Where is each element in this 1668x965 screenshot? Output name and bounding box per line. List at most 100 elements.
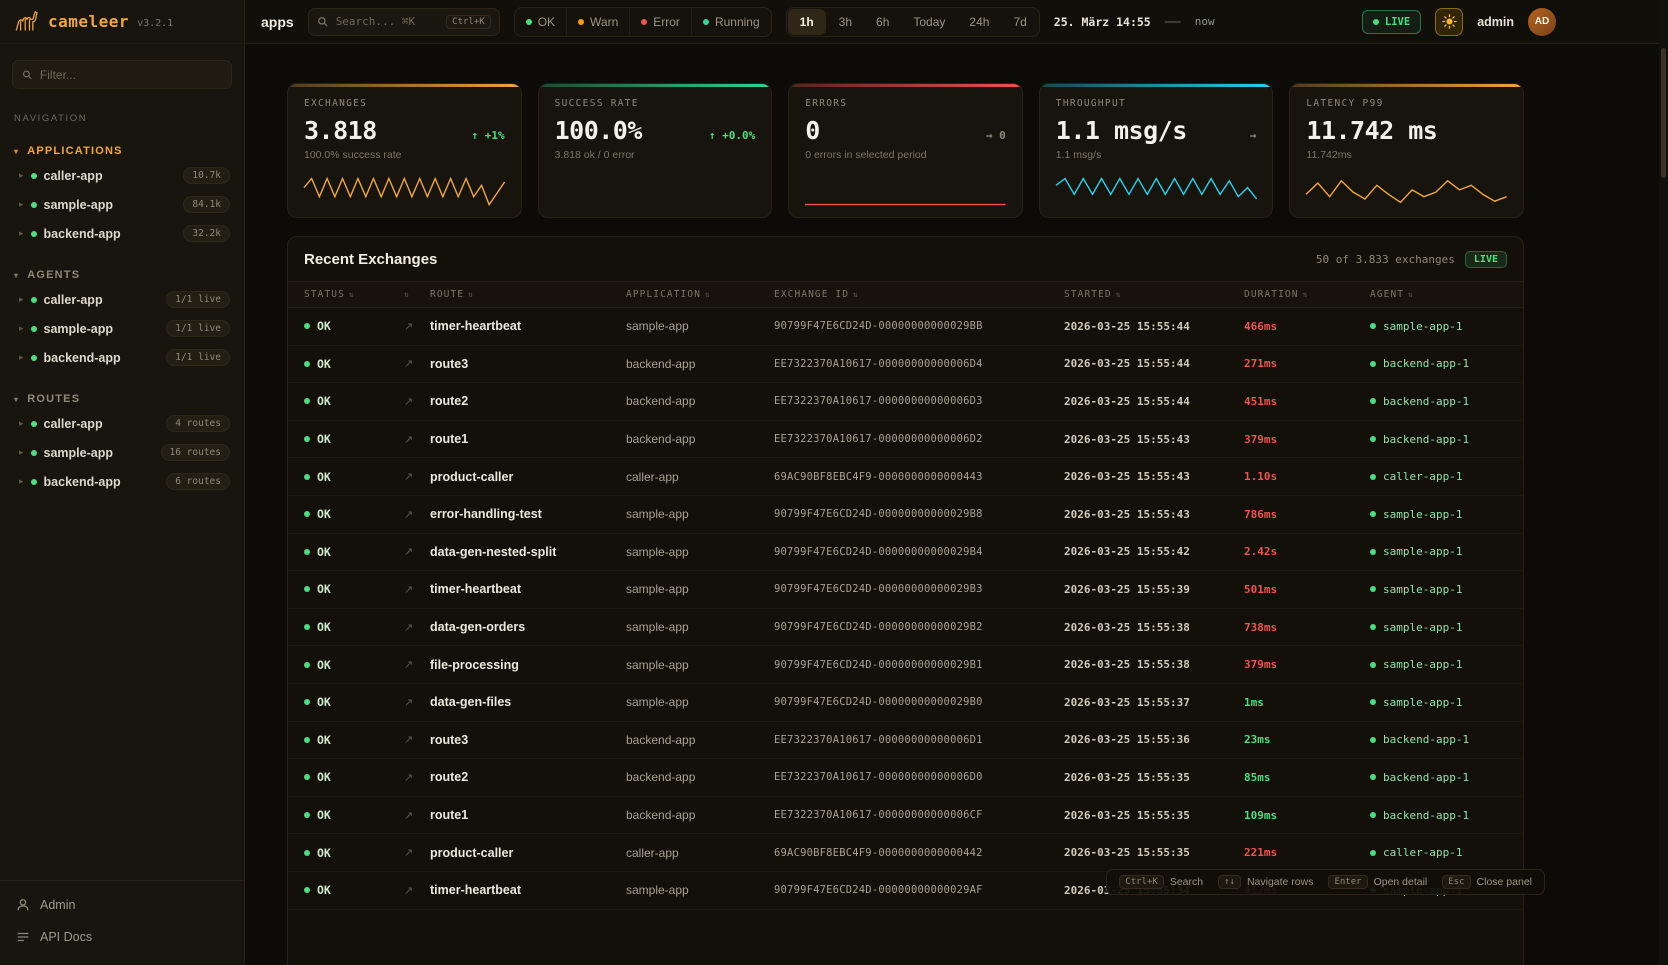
status-label: OK [317,846,331,860]
table-row[interactable]: OK↗data-gen-nested-splitsample-app90799F… [288,534,1523,572]
route-link-icon[interactable]: ↗ [404,846,430,859]
status-label: OK [317,658,331,672]
column-header-application[interactable]: APPLICATION⇅ [626,289,774,300]
table-row[interactable]: OK↗route3backend-appEE7322370A10617-0000… [288,722,1523,760]
started-cell: 2026-03-25 15:55:35 [1064,846,1244,859]
time-range-24h[interactable]: 24h [957,8,1001,36]
table-row[interactable]: OK↗data-gen-orderssample-app90799F47E6CD… [288,609,1523,647]
sidebar-section-header-routes[interactable]: ▾ROUTES [0,389,244,409]
sidebar-item-backend-app[interactable]: ▸backend-app1/1 live [0,343,244,372]
sidebar-item-admin[interactable]: Admin [0,889,244,921]
route-link-icon[interactable]: ↗ [404,508,430,521]
time-range-1h[interactable]: 1h [788,9,826,35]
global-search[interactable]: Search... ⌘K Ctrl+K [308,8,500,36]
route-link-icon[interactable]: ↗ [404,470,430,483]
time-range-6h[interactable]: 6h [864,8,901,36]
time-range-3h[interactable]: 3h [827,8,864,36]
live-indicator[interactable]: LIVE [1362,10,1421,34]
application-cell: caller-app [626,846,774,860]
route-link-icon[interactable]: ↗ [404,658,430,671]
sidebar-item-api-docs[interactable]: API Docs [0,921,244,953]
hint-label: Open detail [1374,876,1428,888]
route-link-icon[interactable]: ↗ [404,696,430,709]
navigation-label: NAVIGATION [0,93,244,124]
sidebar-item-backend-app[interactable]: ▸backend-app32.2k [0,219,244,248]
column-header-started[interactable]: STARTED⇅ [1064,289,1244,300]
scrollbar[interactable] [1659,0,1668,965]
status-filter-warn[interactable]: Warn [567,8,630,36]
route-link-icon[interactable]: ↗ [404,583,430,596]
route-link-icon[interactable]: ↗ [404,545,430,558]
status-dot [31,202,37,208]
duration-cell: 466ms [1244,320,1370,333]
app-logo[interactable]: cameleer v3.2.1 [0,0,244,44]
stat-card-exchanges[interactable]: EXCHANGES3.818↑ +1%100.0% success rate [287,83,522,218]
stat-card-success-rate[interactable]: SUCCESS RATE100.0%↑ +0.0%3.818 ok / 0 er… [538,83,773,218]
table-row[interactable]: OK↗file-processingsample-app90799F47E6CD… [288,646,1523,684]
sidebar-item-sample-app[interactable]: ▸sample-app84.1k [0,190,244,219]
column-header-route[interactable]: ROUTE⇅ [430,289,626,300]
column-header-status[interactable]: STATUS⇅ [304,289,404,300]
route-link-icon[interactable]: ↗ [404,395,430,408]
status-dot [31,326,37,332]
status-filter-running[interactable]: Running [692,8,771,36]
hint-navigate-rows: ↑↓Navigate rows [1218,875,1313,889]
sidebar-section-header-applications[interactable]: ▾APPLICATIONS [0,141,244,161]
scrollbar-thumb[interactable] [1661,48,1666,178]
column-header-agent[interactable]: AGENT⇅ [1370,289,1507,300]
column-header-route-link[interactable]: ⇅ [404,290,430,299]
duration-cell: 786ms [1244,508,1370,521]
route-link-icon[interactable]: ↗ [404,733,430,746]
user-avatar[interactable]: AD [1528,8,1556,36]
now-label[interactable]: now [1195,15,1215,28]
table-row[interactable]: OK↗route2backend-appEE7322370A10617-0000… [288,383,1523,421]
sidebar-item-badge: 1/1 live [166,320,230,337]
time-range-today[interactable]: Today [901,8,957,36]
route-link-icon[interactable]: ↗ [404,771,430,784]
route-link-icon[interactable]: ↗ [404,809,430,822]
status-dot [578,19,584,25]
stat-card-throughput[interactable]: THROUGHPUT1.1 msg/s→1.1 msg/s [1039,83,1274,218]
duration-cell: 109ms [1244,809,1370,822]
sidebar-item-caller-app[interactable]: ▸caller-app1/1 live [0,285,244,314]
route-link-icon[interactable]: ↗ [404,621,430,634]
route-link-icon[interactable]: ↗ [404,357,430,370]
sidebar-item-backend-app[interactable]: ▸backend-app6 routes [0,467,244,496]
keyboard-hints: Ctrl+KSearch↑↓Navigate rowsEnterOpen det… [1106,869,1545,895]
sort-icon: ⇅ [853,290,859,299]
sidebar-item-sample-app[interactable]: ▸sample-app1/1 live [0,314,244,343]
route-link-icon[interactable]: ↗ [404,884,430,897]
status-filter-error[interactable]: Error [630,8,692,36]
sidebar-item-sample-app[interactable]: ▸sample-app16 routes [0,438,244,467]
table-row[interactable]: OK↗route1backend-appEE7322370A10617-0000… [288,797,1523,835]
table-row[interactable]: OK↗error-handling-testsample-app90799F47… [288,496,1523,534]
theme-toggle-button[interactable] [1435,8,1463,36]
column-header-duration[interactable]: DURATION⇅ [1244,289,1370,300]
table-row[interactable]: OK↗data-gen-filessample-app90799F47E6CD2… [288,684,1523,722]
table-row[interactable]: OK↗route3backend-appEE7322370A10617-0000… [288,346,1523,384]
table-row[interactable]: OK↗product-callercaller-app69AC90BF8EBC4… [288,458,1523,496]
stat-card-errors[interactable]: ERRORS0→ 00 errors in selected period [788,83,1023,218]
table-row[interactable]: OK↗route2backend-appEE7322370A10617-0000… [288,759,1523,797]
table-row[interactable]: OK↗timer-heartbeatsample-app90799F47E6CD… [288,308,1523,346]
stat-trend: ↑ +0.0% [709,129,755,142]
table-row[interactable]: OK↗product-callercaller-app69AC90BF8EBC4… [288,834,1523,872]
sidebar-item-caller-app[interactable]: ▸caller-app4 routes [0,409,244,438]
sidebar-item-caller-app[interactable]: ▸caller-app10.7k [0,161,244,190]
sidebar-item-badge: 1/1 live [166,291,230,308]
sidebar-section-header-agents[interactable]: ▾AGENTS [0,265,244,285]
status-dot [304,474,310,480]
table-row[interactable]: OK↗timer-heartbeatsample-app90799F47E6CD… [288,571,1523,609]
stat-title: LATENCY P99 [1306,98,1507,109]
status-filter-ok[interactable]: OK [515,8,567,36]
table-row[interactable]: OK↗route1backend-appEE7322370A10617-0000… [288,421,1523,459]
datetime-label[interactable]: 25. März 14:55 [1054,15,1151,29]
route-link-icon[interactable]: ↗ [404,433,430,446]
stat-card-latency-p99[interactable]: LATENCY P9911.742 ms11.742ms [1289,83,1524,218]
route-link-icon[interactable]: ↗ [404,320,430,333]
agent-cell: backend-app-1 [1370,395,1507,408]
duration-cell: 1.10s [1244,470,1370,483]
sidebar-filter-input[interactable] [40,68,222,82]
time-range-7d[interactable]: 7d [1001,8,1038,36]
column-header-exchange-id[interactable]: EXCHANGE ID⇅ [774,289,1064,300]
